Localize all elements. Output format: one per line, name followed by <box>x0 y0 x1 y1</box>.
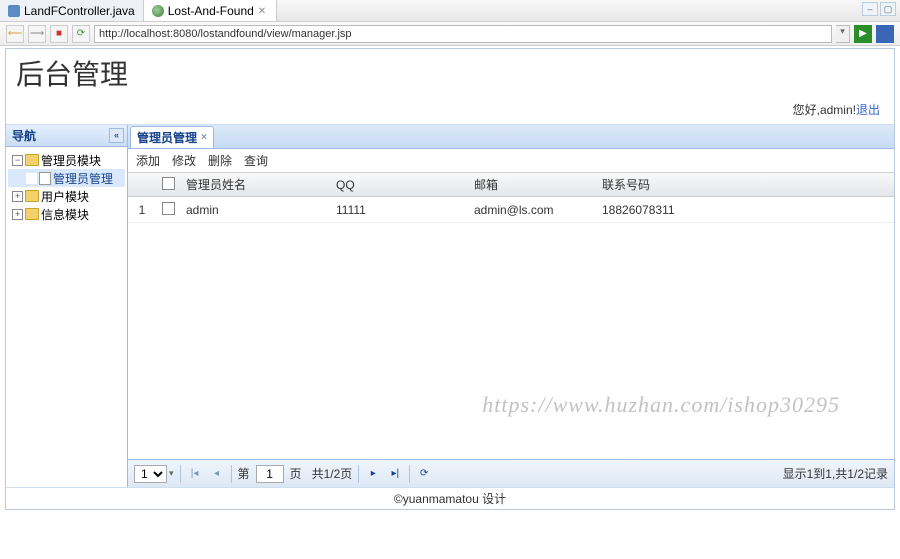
tree-node-user-module[interactable]: + 用户模块 <box>8 187 125 205</box>
col-header-name[interactable]: 管理员姓名 <box>180 176 330 193</box>
greeting-prefix: 您好, <box>793 103 820 117</box>
greeting-bar: 您好,admin!退出 <box>6 97 894 124</box>
main-tab-strip: 管理员管理 × <box>128 125 894 149</box>
globe-icon <box>152 5 164 17</box>
separator <box>409 465 410 483</box>
pager-info: 显示1到1,共1/2记录 <box>783 465 888 482</box>
stop-button[interactable]: ■ <box>50 25 68 43</box>
next-page-button[interactable]: ▸ <box>365 466 381 482</box>
tree-node-info-module[interactable]: + 信息模块 <box>8 205 125 223</box>
tree-label: 用户模块 <box>41 188 89 205</box>
cell-name: admin <box>180 203 330 217</box>
main-panel: 管理员管理 × 添加 修改 删除 查询 管理员姓名 QQ <box>128 125 894 487</box>
last-page-button[interactable]: ▸| <box>387 466 403 482</box>
grid-body: 1 admin 11111 admin@ls.com 18826078311 <box>128 197 894 459</box>
footer-copyright: ©yuanmamatou 设计 <box>6 487 894 509</box>
nav-tree: − 管理员模块 管理员管理 + 用户模块 + <box>6 147 127 227</box>
page-prefix: 第 <box>238 465 250 482</box>
editor-tab-label: LandFController.java <box>24 4 135 18</box>
folder-open-icon <box>25 154 39 166</box>
separator <box>231 465 232 483</box>
col-header-qq[interactable]: QQ <box>330 178 468 192</box>
refresh-button[interactable]: ⟳ <box>416 466 432 482</box>
editor-tab-java[interactable]: LandFController.java <box>0 0 144 21</box>
tree-spacer <box>26 173 37 184</box>
page-frame: 后台管理 您好,admin!退出 导航 « − 管理员模块 <box>5 48 895 510</box>
grid-header: 管理员姓名 QQ 邮箱 联系号码 <box>128 173 894 197</box>
table-row[interactable]: 1 admin 11111 admin@ls.com 18826078311 <box>128 197 894 223</box>
page-size-select[interactable]: 1 <box>134 465 167 483</box>
cell-phone: 18826078311 <box>596 203 894 217</box>
page-number-input[interactable] <box>256 465 284 483</box>
maximize-button[interactable]: ▢ <box>880 2 896 16</box>
nav-panel-title: 导航 <box>12 127 36 144</box>
tree-expand-icon[interactable]: + <box>12 191 23 202</box>
folder-icon <box>25 208 39 220</box>
editor-tab-label: Lost-And-Found <box>168 4 254 18</box>
url-input[interactable] <box>94 25 832 43</box>
col-header-email[interactable]: 邮箱 <box>468 176 596 193</box>
prev-page-button[interactable]: ◂ <box>209 466 225 482</box>
tree-node-admin-manage[interactable]: 管理员管理 <box>8 169 125 187</box>
page-title: 后台管理 <box>16 53 884 93</box>
separator <box>358 465 359 483</box>
nav-panel-header: 导航 « <box>6 125 127 147</box>
close-icon[interactable]: ✕ <box>258 6 268 16</box>
tree-label: 管理员管理 <box>53 170 113 187</box>
window-controls: – ▢ <box>862 2 896 16</box>
page-suffix: 页 <box>290 465 302 482</box>
data-grid: 管理员姓名 QQ 邮箱 联系号码 1 admin 11111 admin@ls.… <box>128 173 894 487</box>
greeting-user: admin <box>820 103 853 117</box>
nav-panel: 导航 « − 管理员模块 管理员管理 + <box>6 125 128 487</box>
url-dropdown[interactable]: ▾ <box>836 25 850 43</box>
tree-label: 信息模块 <box>41 206 89 223</box>
separator <box>180 465 181 483</box>
pager: 1 ▾ |◂ ◂ 第 页 共1/2页 ▸ ▸| <box>128 459 894 487</box>
editor-tab-strip: LandFController.java Lost-And-Found ✕ – … <box>0 0 900 22</box>
editor-tab-web[interactable]: Lost-And-Found ✕ <box>144 0 277 21</box>
delete-button[interactable]: 删除 <box>208 152 232 169</box>
reload-button[interactable]: ⟳ <box>72 25 90 43</box>
browser-toolbar: ⟵ ⟶ ■ ⟳ ▾ ▶ <box>0 22 900 46</box>
extension-button[interactable] <box>876 25 894 43</box>
search-button[interactable]: 查询 <box>244 152 268 169</box>
tree-label: 管理员模块 <box>41 152 101 169</box>
java-file-icon <box>8 5 20 17</box>
col-header-phone[interactable]: 联系号码 <box>596 176 894 193</box>
cell-qq: 11111 <box>330 203 468 217</box>
cell-email: admin@ls.com <box>468 203 596 217</box>
row-checkbox[interactable] <box>162 202 175 215</box>
chevron-down-icon: ▾ <box>169 468 174 479</box>
cell-rownum: 1 <box>128 203 156 217</box>
total-pages: 共1/2页 <box>312 465 353 482</box>
col-checkbox <box>156 177 180 193</box>
go-button[interactable]: ▶ <box>854 25 872 43</box>
close-icon[interactable]: × <box>201 132 207 143</box>
first-page-button[interactable]: |◂ <box>187 466 203 482</box>
folder-icon <box>25 190 39 202</box>
back-button[interactable]: ⟵ <box>6 25 24 43</box>
forward-button[interactable]: ⟶ <box>28 25 46 43</box>
action-bar: 添加 修改 删除 查询 <box>128 149 894 173</box>
cell-checkbox <box>156 202 180 218</box>
tree-collapse-icon[interactable]: − <box>12 155 23 166</box>
tree-expand-icon[interactable]: + <box>12 209 23 220</box>
tree-node-admin-module[interactable]: − 管理员模块 <box>8 151 125 169</box>
collapse-panel-button[interactable]: « <box>109 128 124 143</box>
minimize-button[interactable]: – <box>862 2 878 16</box>
main-tab-label: 管理员管理 <box>137 129 197 146</box>
logout-link[interactable]: 退出 <box>856 103 880 117</box>
add-button[interactable]: 添加 <box>136 152 160 169</box>
select-all-checkbox[interactable] <box>162 177 175 190</box>
edit-button[interactable]: 修改 <box>172 152 196 169</box>
file-icon <box>39 172 51 185</box>
main-tab-admin-manage[interactable]: 管理员管理 × <box>130 126 214 148</box>
